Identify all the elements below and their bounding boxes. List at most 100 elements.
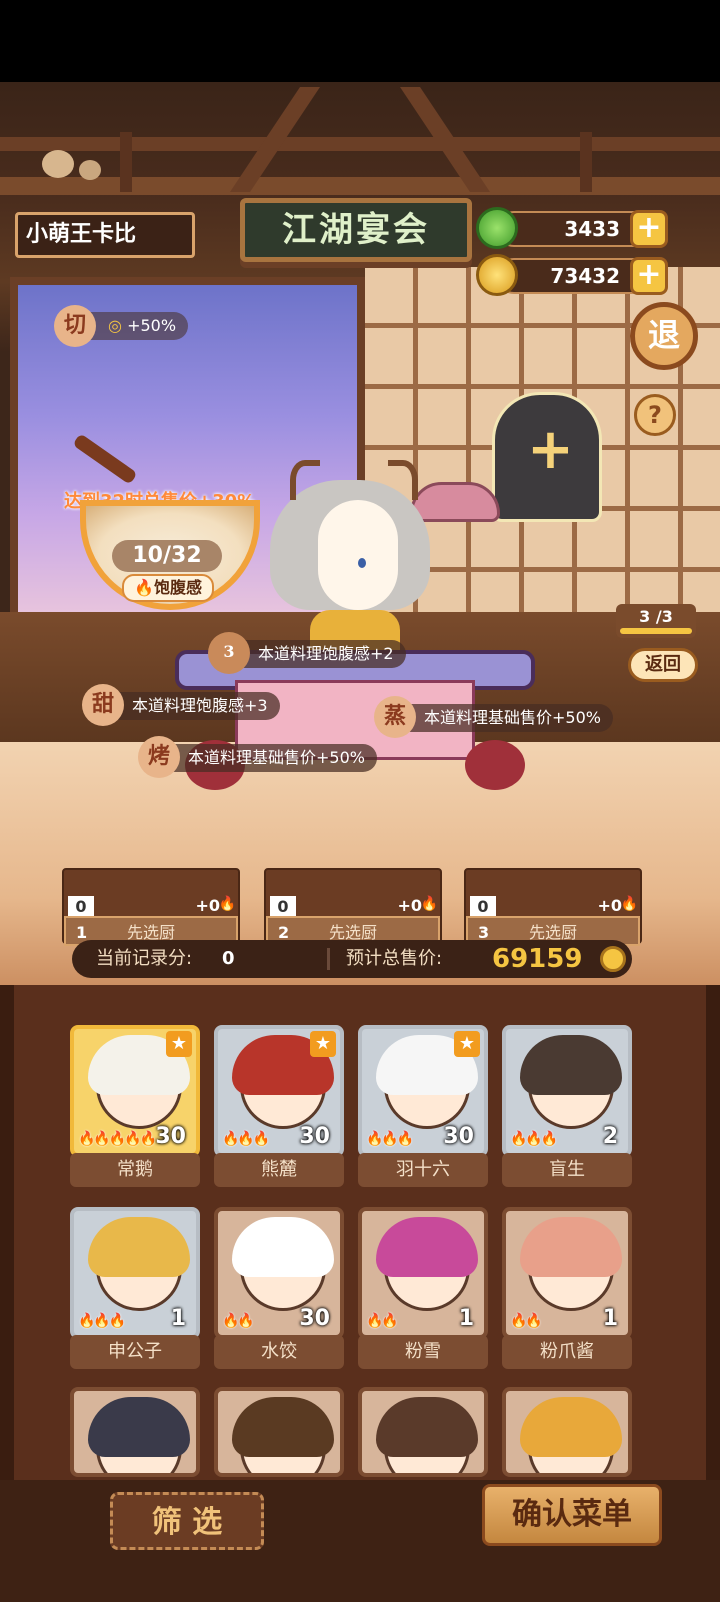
chef-card[interactable]: 🔥🔥🔥 2: [502, 1025, 632, 1157]
chef-name: 粉雪: [358, 1335, 488, 1369]
flame-rating-icon: 🔥🔥: [510, 1313, 543, 1329]
satiety-label: 饱腹感: [153, 578, 202, 597]
chef-slot-2[interactable]: 0 +0 🔥 2 先选厨: [264, 868, 442, 946]
flame-rating-icon: 🔥🔥🔥: [222, 1131, 270, 1147]
chef-name: 申公子: [70, 1335, 200, 1369]
banner-title: 江湖宴会: [240, 198, 472, 262]
record-value: 0: [222, 948, 235, 969]
price-value: 69159: [492, 944, 583, 974]
chef-card[interactable]: [358, 1387, 488, 1477]
effect-tag-char: 甜: [82, 684, 124, 726]
chef-name: 水饺: [214, 1335, 344, 1369]
plus-icon: +: [527, 417, 574, 482]
record-label: 当前记录分:: [96, 948, 193, 969]
chef-level: 30: [155, 1124, 186, 1149]
satiety-label-box: 🔥饱腹感: [122, 574, 214, 602]
coin-icon: [476, 254, 518, 296]
chef-level: 1: [170, 1306, 186, 1331]
help-button[interactable]: ?: [634, 394, 676, 436]
back-button[interactable]: 返回: [628, 648, 698, 682]
flame-rating-icon: 🔥🔥🔥: [78, 1313, 126, 1329]
chef-hair: [232, 1397, 334, 1457]
chef-level: 30: [443, 1124, 474, 1149]
flame-icon: 🔥: [218, 896, 236, 912]
chef-card[interactable]: ★ 🔥🔥🔥🔥🔥 30: [70, 1025, 200, 1157]
chef-level: 2: [602, 1124, 618, 1149]
star-icon: ★: [454, 1031, 480, 1057]
effect-tag-text: 本道料理基础售价+50%: [188, 748, 365, 767]
effect-tag-3: 蒸 本道料理基础售价+50%: [374, 696, 613, 738]
chef-name: 盲生: [502, 1153, 632, 1187]
flame-rating-icon: 🔥🔥🔥🔥🔥: [78, 1131, 157, 1147]
skill-badge: 切 ◎ +50%: [54, 305, 189, 347]
slot-count: 0: [270, 896, 296, 918]
flame-rating-icon: 🔥🔥: [222, 1313, 255, 1329]
add-chef-silhouette[interactable]: +: [492, 392, 602, 522]
chef-hair: [232, 1217, 334, 1277]
chef-card[interactable]: [70, 1387, 200, 1477]
effect-tag-char: 蒸: [374, 696, 416, 738]
progress-counter-text: 3 /3: [639, 607, 673, 626]
score-bar: 当前记录分: 0 预计总售价: 69159: [72, 940, 632, 978]
chef-hair: [520, 1217, 622, 1277]
exit-button[interactable]: 退: [630, 302, 698, 370]
flame-rating-icon: 🔥🔥🔥: [510, 1131, 558, 1147]
confirm-menu-button[interactable]: 确认菜单: [482, 1484, 662, 1546]
divider: [327, 948, 330, 970]
jade-value: 3433: [564, 217, 620, 241]
effect-tag-4: 烤 本道料理基础售价+50%: [138, 736, 377, 778]
price-label: 预计总售价:: [346, 948, 443, 969]
flame-icon: 🔥: [134, 578, 154, 597]
chef-hair: [376, 1397, 478, 1457]
chef-hair: [376, 1217, 478, 1277]
filter-button[interactable]: 筛 选: [110, 1492, 264, 1550]
chef-slot-3[interactable]: 0 +0 🔥 3 先选厨: [464, 868, 642, 946]
chef-card[interactable]: 🔥🔥 1: [358, 1207, 488, 1339]
chef-card[interactable]: 🔥🔥 1: [502, 1207, 632, 1339]
roof-beams: [0, 87, 720, 195]
coin-value: 73432: [550, 264, 620, 288]
effect-tag-char: 3: [208, 632, 250, 674]
chef-card[interactable]: 🔥🔥🔥 1: [70, 1207, 200, 1339]
effect-tag-2: 甜 本道料理饱腹感+3: [82, 684, 280, 726]
chef-name: 常鹅: [70, 1153, 200, 1187]
chef-hair: [88, 1397, 190, 1457]
status-bar: [0, 0, 720, 82]
skill-bonus: +50%: [127, 316, 177, 335]
chef-card[interactable]: ★ 🔥🔥🔥 30: [358, 1025, 488, 1157]
chef-list-panel: ★ 🔥🔥🔥🔥🔥 30 常鹅 ★ 🔥🔥🔥 30 熊麓 ★ 🔥🔥🔥 30 羽十六 🔥🔥🔥 2 盲生 🔥🔥🔥 1 申公子…: [0, 985, 720, 1480]
chef-card[interactable]: 🔥🔥 30: [214, 1207, 344, 1339]
slot-count: 0: [470, 896, 496, 918]
chef-hair: [520, 1035, 622, 1095]
chef-name: 粉爪酱: [502, 1335, 632, 1369]
chef-level: 30: [299, 1306, 330, 1331]
add-coin-button[interactable]: +: [630, 257, 668, 295]
effect-tag-text: 本道料理基础售价+50%: [424, 708, 601, 727]
star-icon: ★: [310, 1031, 336, 1057]
chef-name: 熊麓: [214, 1153, 344, 1187]
flame-rating-icon: 🔥🔥🔥: [366, 1131, 414, 1147]
chef-hair: [88, 1217, 190, 1277]
skill-char: 切: [54, 305, 96, 347]
coin-icon: [600, 946, 626, 972]
slot-count: 0: [68, 896, 94, 918]
jade-icon: [476, 207, 518, 249]
player-name[interactable]: 小萌王卡比: [15, 212, 195, 258]
jade-counter: 3433 +: [476, 207, 668, 249]
coin-small-icon: ◎: [108, 316, 122, 335]
progress-counter: 3 /3: [616, 604, 696, 638]
effect-tag-char: 烤: [138, 736, 180, 778]
chef-level: 1: [602, 1306, 618, 1331]
chef-card[interactable]: ★ 🔥🔥🔥 30: [214, 1025, 344, 1157]
effect-tag-text: 本道料理饱腹感+3: [132, 696, 268, 715]
slot-bonus: +0: [195, 896, 220, 915]
slot-bonus: +0: [597, 896, 622, 915]
chef-level: 30: [299, 1124, 330, 1149]
progress-bar: [620, 628, 692, 634]
star-icon: ★: [166, 1031, 192, 1057]
add-jade-button[interactable]: +: [630, 210, 668, 248]
chef-card[interactable]: [214, 1387, 344, 1477]
chef-slot-1[interactable]: 0 +0 🔥 1 先选厨: [62, 868, 240, 946]
chef-card[interactable]: [502, 1387, 632, 1477]
slot-bonus: +0: [397, 896, 422, 915]
